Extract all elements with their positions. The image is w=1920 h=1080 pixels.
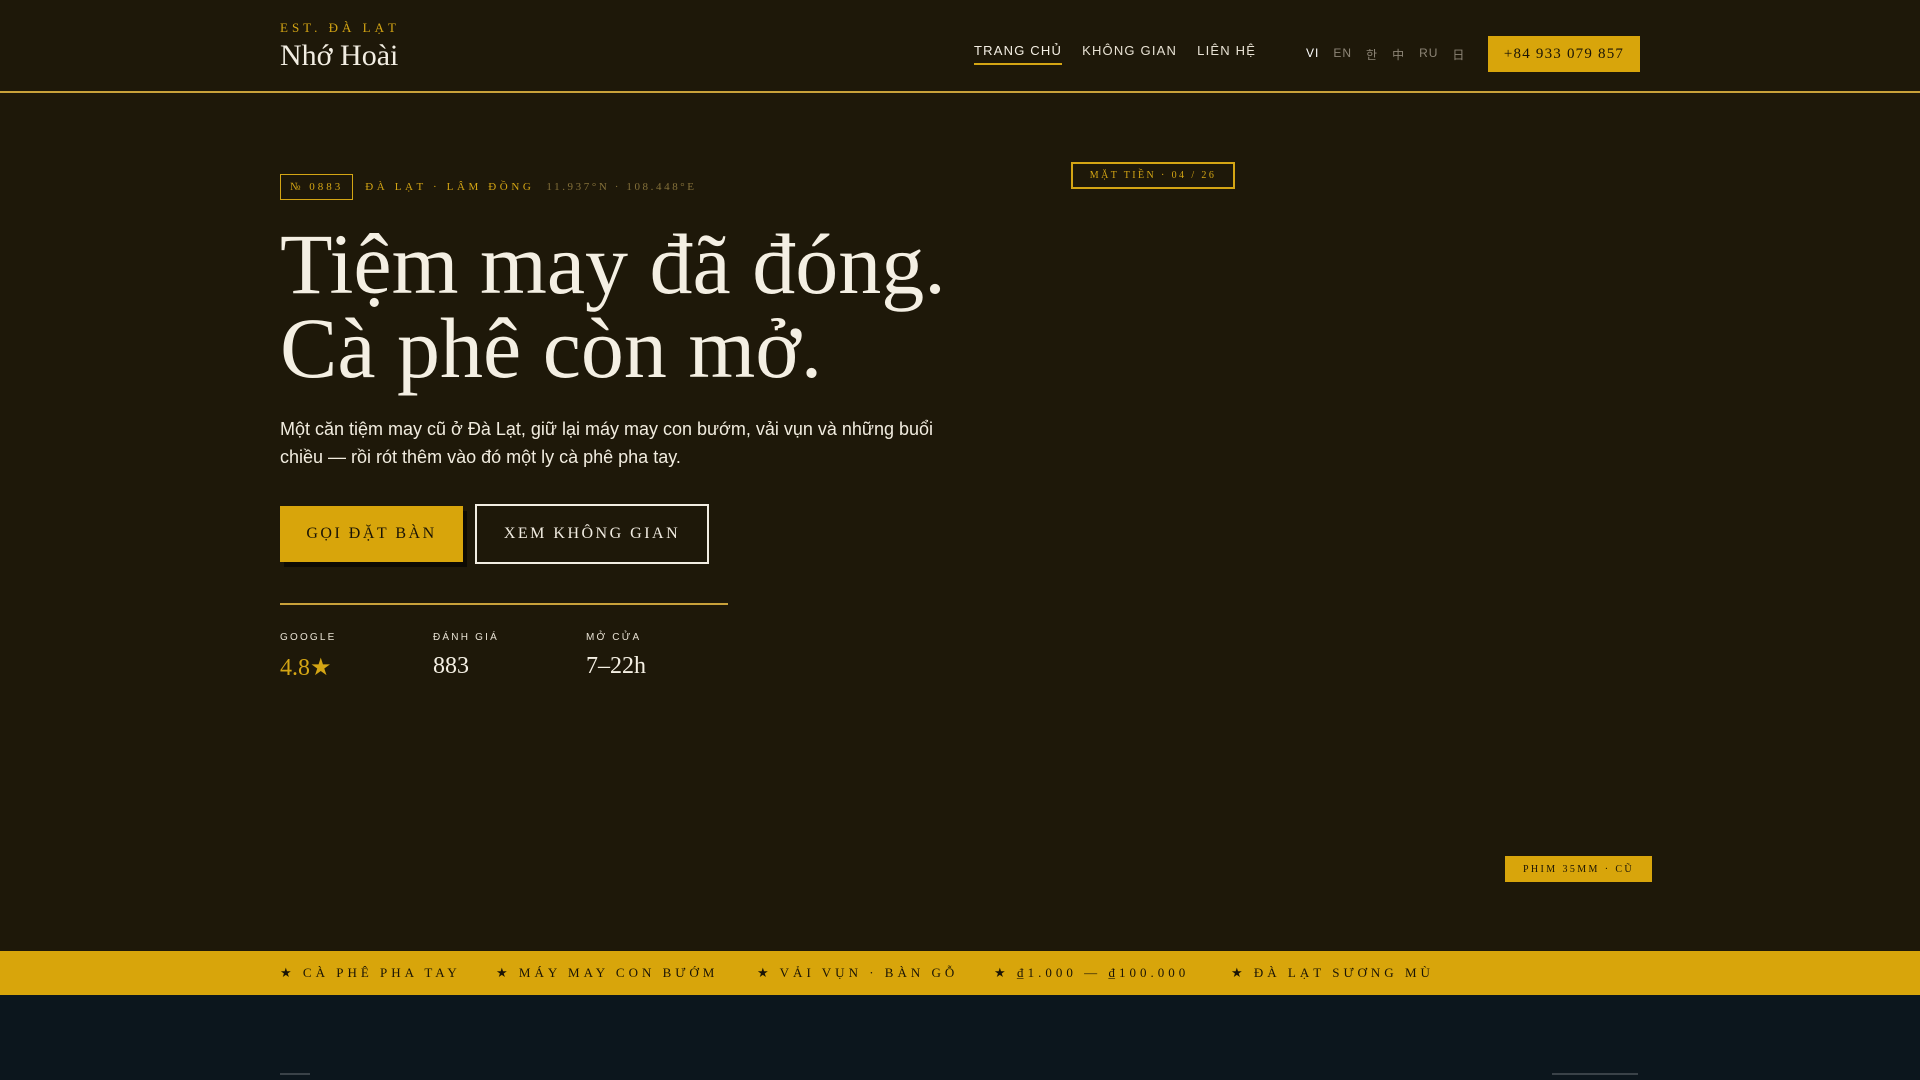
stat-label: ĐÁNH GIÁ [433, 632, 499, 643]
brand-logo[interactable]: EST. ĐÀ LẠT Nhớ Hoài [280, 20, 400, 73]
phone-call-button[interactable]: +84 933 079 857 [1488, 36, 1640, 72]
ticker-item: ★ VẢI VỤN · BÀN GỖ [757, 965, 959, 980]
stat-hours: MỞ CỬA 7–22h [586, 632, 739, 682]
lang-option-vi[interactable]: VI [1306, 46, 1319, 63]
hero-title-line-2: Cà phê còn mở. [280, 300, 823, 396]
stat-value: 7–22h [586, 653, 646, 679]
coordinates-text: 11.937°N · 108.448°E [546, 181, 697, 193]
view-space-button[interactable]: XEM KHÔNG GIAN [475, 504, 709, 564]
lang-option-zh[interactable]: 中 [1392, 46, 1405, 63]
hero-description: Một căn tiệm may cũ ở Đà Lạt, giữ lại má… [280, 419, 934, 467]
call-reserve-button[interactable]: GỌI ĐẶT BÀN [280, 506, 463, 562]
hero-title-line-1: Tiệm may đã đóng. [280, 216, 946, 312]
section-link-fragment [1552, 1073, 1638, 1075]
brand-name: Nhớ Hoài [280, 39, 399, 72]
stat-label: GOOGLE [280, 632, 337, 643]
brand-tagline: EST. ĐÀ LẠT [280, 20, 400, 35]
film-photo-tag: PHIM 35MM · CŨ [1505, 856, 1652, 882]
stats-row: GOOGLE 4.8★ ĐÁNH GIÁ 883 MỞ CỬA 7–22h [280, 632, 739, 682]
location-reference: № 0883 ĐÀ LẠT · LÂM ĐỒNG 11.937°N · 108.… [280, 174, 697, 200]
stat-value: 883 [433, 653, 469, 679]
language-switcher: VI EN 한 中 RU 日 [1306, 46, 1465, 63]
section-heading-fragment [280, 1073, 310, 1075]
site-header: EST. ĐÀ LẠT Nhớ Hoài TRANG CHỦ KHÔNG GIA… [0, 0, 1920, 93]
lang-option-en[interactable]: EN [1333, 46, 1352, 63]
stats-divider [280, 603, 728, 605]
next-section [0, 995, 1920, 1080]
ticker-item: ★ ₫1.000 — ₫100.000 [994, 965, 1190, 980]
nav-item-home[interactable]: TRANG CHỦ [974, 43, 1063, 65]
storefront-photo-tag: MẶT TIỀN · 04 / 26 [1071, 162, 1235, 189]
stat-value: 4.8★ [280, 655, 332, 681]
lang-option-ja[interactable]: 日 [1452, 46, 1465, 63]
ticker-item: ★ CÀ PHÊ PHA TAY [280, 965, 461, 980]
ticker-item: ★ MÁY MAY CON BƯỚM [496, 965, 719, 980]
stat-google: GOOGLE 4.8★ [280, 632, 433, 682]
location-text: ĐÀ LẠT · LÂM ĐỒNG [365, 181, 535, 193]
stat-reviews: ĐÁNH GIÁ 883 [433, 632, 586, 682]
nav-item-contact[interactable]: LIÊN HỆ [1197, 43, 1256, 65]
nav-item-space[interactable]: KHÔNG GIAN [1082, 43, 1177, 65]
stat-label: MỞ CỬA [586, 632, 642, 643]
reference-number-badge: № 0883 [280, 174, 354, 200]
ticker-item: ★ ĐÀ LẠT SƯƠNG MÙ [1231, 965, 1434, 980]
lang-option-ko[interactable]: 한 [1366, 46, 1378, 63]
lang-option-ru[interactable]: RU [1419, 46, 1438, 63]
feature-ticker: ★ CÀ PHÊ PHA TAY ★ MÁY MAY CON BƯỚM ★ VẢ… [0, 951, 1920, 995]
main-nav: TRANG CHỦ KHÔNG GIAN LIÊN HỆ [974, 43, 1256, 65]
hero-title: Tiệm may đã đóng. Cà phê còn mở. [280, 216, 946, 396]
